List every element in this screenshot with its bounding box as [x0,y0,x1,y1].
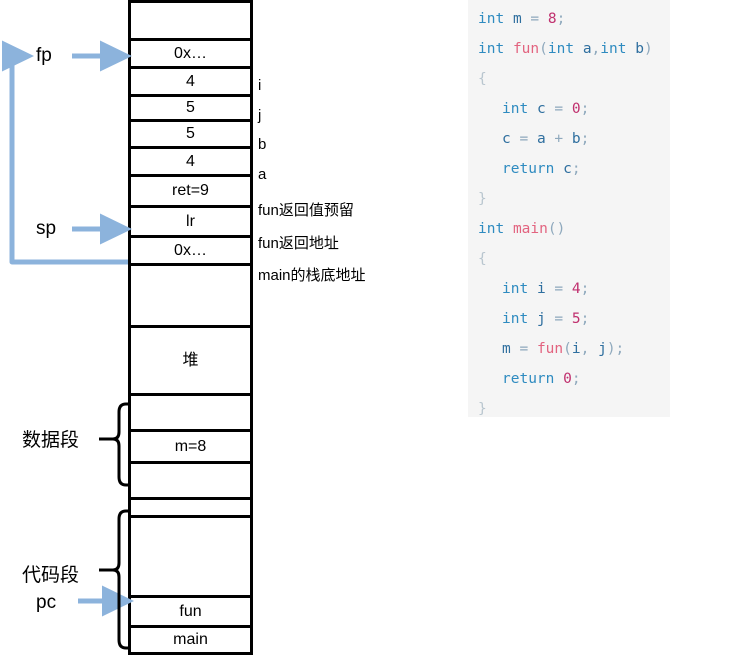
stack-cell: fun [131,595,250,625]
stack-cell-value: ret=9 [172,182,209,199]
fp-pointer-label: fp [36,45,52,66]
stack-cell: 5 [131,94,250,119]
code-line: int i = 4; [502,281,590,297]
code-line: return 0; [502,371,581,387]
pc-pointer-label: pc [36,592,57,613]
stack-cell: 4 [131,66,250,94]
diagram-stage: 0x… 4 5 5 4 ret=9 lr 0x… 堆 m=8 fun main i j b a fun返回值预… [0,0,754,655]
code-segment-brace [99,509,130,650]
code-line: { [478,251,487,267]
code-segment-label: 代码段 [22,565,80,586]
stack-cell-value: 5 [186,125,195,142]
source-code-panel: int m = 8; int fun(int a,int b) { int c = 0… [468,0,670,417]
code-line: int c = 0; [502,101,590,117]
stack-cell-value: 0x… [174,44,207,62]
stack-cell [131,393,250,429]
stack-cell: ret=9 [131,174,250,205]
stack-cell-annotation: a [258,166,267,183]
stack-cell-value: 4 [186,72,195,90]
sp-pointer-label: sp [36,218,57,239]
stack-cell: m=8 [131,429,250,461]
stack-cell: 堆 [131,325,250,393]
stack-cell [131,515,250,595]
saved-fp-link-arrow [2,40,128,265]
stack-cell-value: main [173,631,208,648]
code-line: { [478,71,487,87]
stack-cell [131,497,250,515]
stack-cell: lr [131,205,250,235]
code-line: c = a + b; [502,131,590,147]
data-segment-brace [99,402,130,487]
code-line: m = fun(i, j); [502,341,625,357]
code-line: return c; [468,154,670,184]
stack-cell-value: 5 [186,99,195,116]
stack-cell: 4 [131,146,250,174]
stack-cell [131,0,250,38]
stack-cell: 0x… [131,38,250,66]
code-line: int fun(int a,int b) [478,41,653,57]
stack-cell-value: 0x… [174,241,207,259]
stack-memory-column: 0x… 4 5 5 4 ret=9 lr 0x… 堆 m=8 fun main [128,0,253,655]
stack-cell-value: lr [186,212,195,230]
stack-cell-value: fun [179,602,202,620]
stack-cell-annotation: fun返回值预留 [258,201,354,219]
stack-cell-value: 4 [186,152,195,170]
code-line: int m = 8; [478,11,566,27]
data-segment-label: 数据段 [22,430,80,451]
stack-cell-annotation: j [258,106,262,124]
code-line: } [478,191,487,207]
stack-cell: 5 [131,119,250,146]
stack-cell-value: 堆 [182,351,199,369]
stack-cell-annotation: main的栈底地址 [258,267,366,284]
code-line: int main() [478,221,566,237]
code-line: } [478,401,487,417]
stack-cell-annotation: i [258,77,262,94]
stack-cell-annotation: fun返回地址 [258,235,339,252]
code-line: int j = 5; [502,311,590,327]
stack-cell [131,263,250,325]
stack-cell-value: m=8 [174,437,207,455]
stack-cell [131,461,250,497]
stack-cell: 0x… [131,235,250,263]
stack-cell-annotation: b [258,135,267,153]
